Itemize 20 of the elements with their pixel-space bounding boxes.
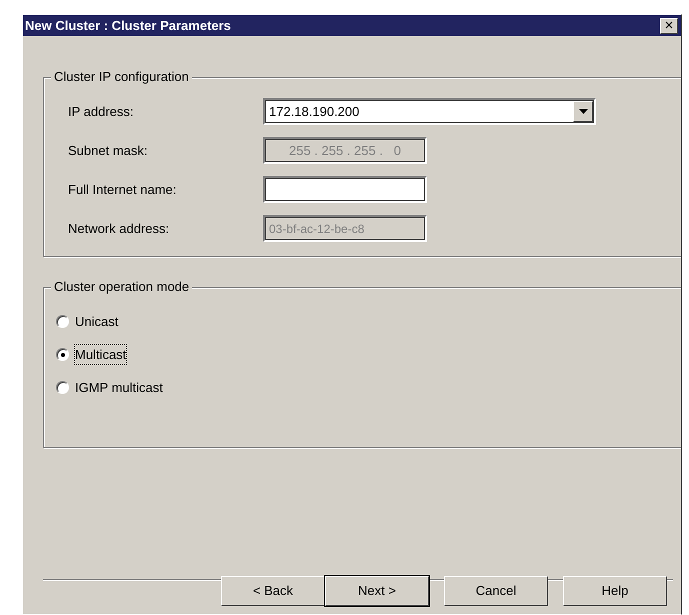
radio-button[interactable]	[56, 381, 69, 394]
radio-button[interactable]	[56, 348, 69, 361]
group-title: Cluster operation mode	[51, 279, 192, 295]
ip-address-dropdown[interactable]: 172.18.190.200	[263, 98, 596, 125]
field-label: Subnet mask:	[68, 142, 148, 160]
field-label: IP address:	[68, 102, 135, 121]
field-label: Full Internet name:	[68, 180, 178, 199]
wizard-button[interactable]: Help	[563, 576, 667, 606]
radio-button[interactable]	[56, 315, 69, 328]
wizard-button[interactable]: Cancel	[444, 576, 548, 606]
radio-label[interactable]: Multicast	[75, 344, 126, 364]
radio-label[interactable]: IGMP multicast	[75, 378, 163, 398]
wizard-button[interactable]: < Back	[221, 576, 325, 606]
group-title: Cluster IP configuration	[51, 69, 192, 85]
input-field[interactable]	[263, 176, 427, 203]
wizard-button[interactable]: Next >	[325, 576, 429, 606]
field-label: Network address:	[68, 220, 170, 238]
window-title: New Cluster : Cluster Parameters	[25, 16, 231, 35]
close-button[interactable]: ×	[660, 18, 678, 34]
radio-label[interactable]: Unicast	[75, 312, 118, 332]
